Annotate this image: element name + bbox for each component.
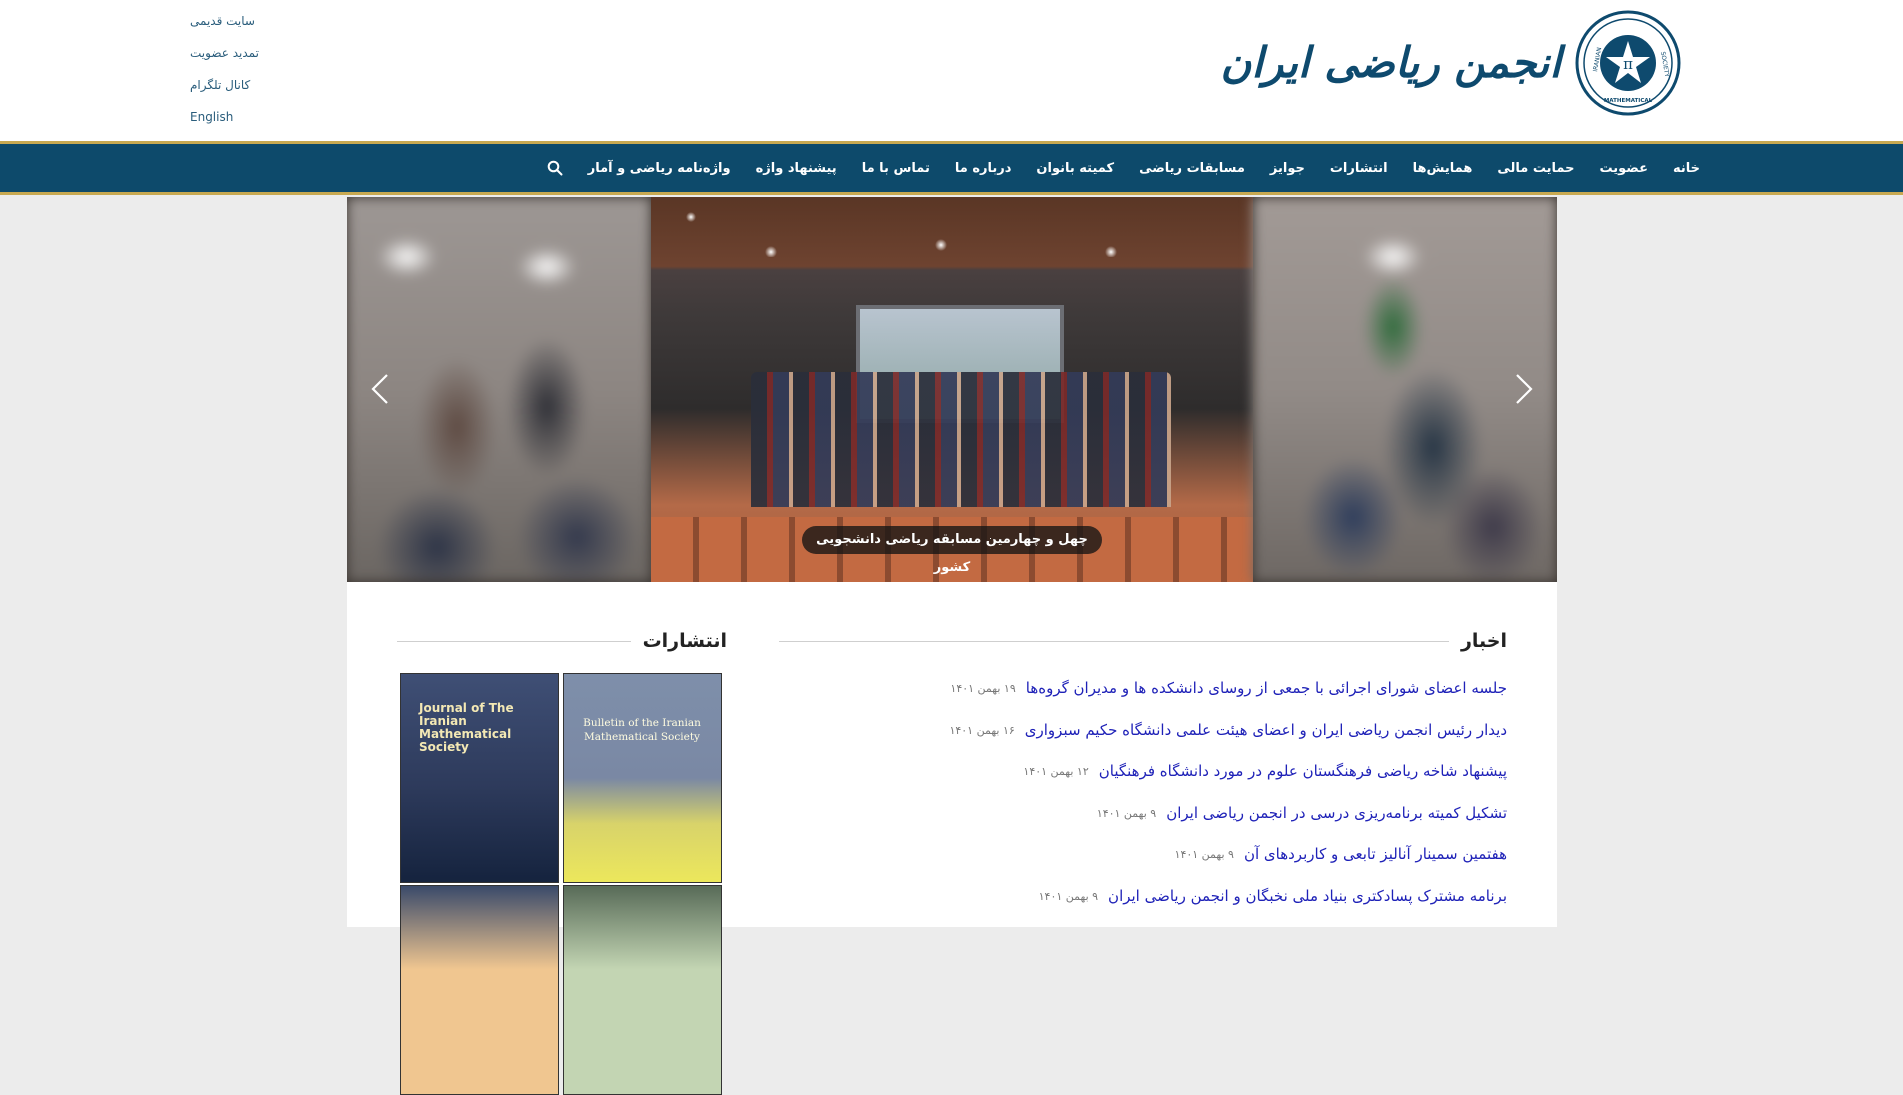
nav-item-competitions[interactable]: مسابقات ریاضی (1139, 161, 1245, 176)
nav-item-financial-support[interactable]: حمایت مالی (1497, 161, 1574, 176)
nav-item-membership[interactable]: عضویت (1600, 161, 1648, 176)
nav-item-publications[interactable]: انتشارات (1330, 161, 1388, 176)
gold-divider-bottom (0, 192, 1903, 195)
old-site-link[interactable]: سایت قدیمی (190, 12, 259, 30)
news-link[interactable]: برنامه مشترک پسادکتری بنیاد ملی نخبگان و… (1108, 887, 1507, 905)
news-title: اخبار (1460, 630, 1507, 652)
group-photo (751, 372, 1171, 507)
slide-preview-prev (347, 197, 651, 582)
logo-title: انجمن ریاضی ایران (1220, 38, 1562, 87)
publications-header: انتشارات (397, 630, 727, 652)
search-icon[interactable] (547, 160, 563, 176)
top-links: سایت قدیمی تمدید عضویت کانال تلگرام Engl… (190, 12, 259, 126)
news-date: ۱۶ بهمن ۱۴۰۱ (949, 723, 1015, 737)
nav-item-awards[interactable]: جوایز (1270, 161, 1305, 176)
image-slider[interactable]: چهل و چهارمین مسابقه ریاضی دانشجویی کشور (347, 197, 1557, 582)
book-cover[interactable] (400, 885, 559, 1095)
news-date: ۱۹ بهمن ۱۴۰۱ (950, 682, 1016, 695)
slide-caption[interactable]: چهل و چهارمین مسابقه ریاضی دانشجویی کشور (802, 526, 1102, 575)
news-link[interactable]: هفتمین سمینار آنالیز تابعی و کاربردهای آ… (1244, 845, 1507, 863)
renew-membership-link[interactable]: تمدید عضویت (190, 44, 259, 62)
book-cover-journal[interactable]: Journal of The Iranian Mathematical Soci… (400, 673, 559, 883)
news-item: هفتمین سمینار آنالیز تابعی و کاربردهای آ… (949, 845, 1507, 887)
english-link[interactable]: English (190, 108, 259, 126)
society-emblem-icon: π IRANIAN SOCIETY MATHEMATICAL (1575, 10, 1681, 116)
nav-item-suggest-term[interactable]: پیشنهاد واژه (756, 161, 837, 176)
nav-item-conferences[interactable]: همایش‌ها (1413, 161, 1473, 176)
book-title-bulletin: Bulletin of the Iranian Mathematical Soc… (583, 717, 701, 743)
slide-image (651, 197, 1253, 582)
main-nav: خانه عضویت حمایت مالی همایش‌ها انتشارات … (0, 144, 1903, 192)
news-item: جلسه اعضای شورای اجرائی با جمعی از روسای… (949, 679, 1507, 721)
site-logo[interactable]: انجمن ریاضی ایران π IRANIAN SOCIETY MATH… (1221, 10, 1681, 116)
publications-divider (397, 640, 631, 642)
chevron-left-icon[interactable] (369, 372, 391, 406)
telegram-channel-link[interactable]: کانال تلگرام (190, 76, 259, 94)
slide-preview-next (1253, 197, 1557, 582)
news-item: دیدار رئیس انجمن ریاضی ایران و اعضای هیئ… (949, 721, 1507, 763)
news-date: ۹ بهمن ۱۴۰۱ (1038, 889, 1099, 903)
publications-title: انتشارات (642, 630, 727, 652)
emblem-pi: π (1623, 55, 1633, 73)
nav-item-about[interactable]: درباره ما (955, 161, 1012, 176)
news-link[interactable]: پیشنهاد شاخه ریاضی فرهنگستان علوم در مور… (1099, 762, 1507, 780)
site-header: سایت قدیمی تمدید عضویت کانال تلگرام Engl… (0, 0, 1903, 141)
news-item: تشکیل کمیته برنامه‌ریزی درسی در انجمن ری… (949, 804, 1507, 846)
book-cover-bulletin[interactable]: Bulletin of the Iranian Mathematical Soc… (563, 673, 722, 883)
news-date: ۱۲ بهمن ۱۴۰۱ (1023, 765, 1089, 778)
news-item: پیشنهاد شاخه ریاضی فرهنگستان علوم در مور… (949, 762, 1507, 804)
nav-item-women-committee[interactable]: کمیته بانوان (1036, 161, 1114, 176)
book-title-journal: Journal of The Iranian Mathematical Soci… (419, 701, 514, 754)
news-date: ۹ بهمن ۱۴۰۱ (1096, 806, 1157, 820)
nav-item-home[interactable]: خانه (1673, 161, 1700, 176)
news-link[interactable]: تشکیل کمیته برنامه‌ریزی درسی در انجمن ری… (1166, 804, 1507, 822)
news-header: اخبار (778, 630, 1507, 652)
main-content: اخبار انتشارات جلسه اعضای شورای اجرائی ب… (347, 582, 1557, 1095)
news-item: برنامه مشترک پسادکتری بنیاد ملی نخبگان و… (949, 887, 1507, 929)
news-link[interactable]: جلسه اعضای شورای اجرائی با جمعی از روسای… (1026, 679, 1507, 697)
news-link[interactable]: دیدار رئیس انجمن ریاضی ایران و اعضای هیئ… (1025, 721, 1507, 739)
chevron-right-icon[interactable] (1513, 372, 1535, 406)
news-list: جلسه اعضای شورای اجرائی با جمعی از روسای… (949, 679, 1507, 928)
ceiling-lights (651, 197, 1253, 257)
emblem-mathematical: MATHEMATICAL (1604, 98, 1653, 104)
nav-item-glossary[interactable]: واژه‌نامه ریاضی و آمار (588, 161, 731, 176)
news-divider (778, 640, 1449, 642)
nav-item-contact[interactable]: تماس با ما (862, 161, 930, 176)
book-cover[interactable] (563, 885, 722, 1095)
news-date: ۹ بهمن ۱۴۰۱ (1174, 848, 1234, 861)
